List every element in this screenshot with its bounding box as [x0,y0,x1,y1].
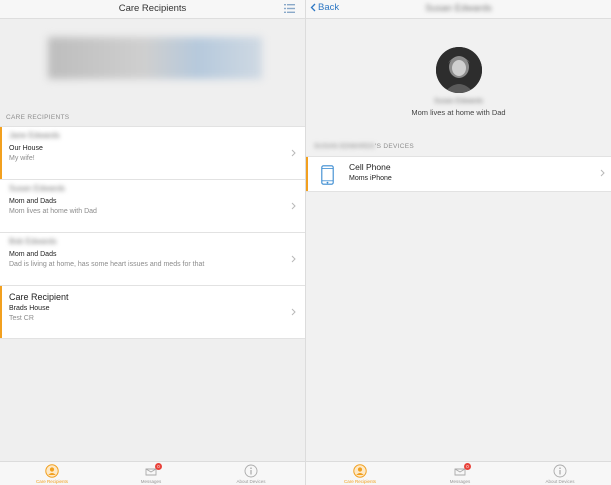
left-tab-bar: Care Recipients 0 Messages About Devices [0,461,305,485]
list-icon[interactable] [284,4,295,13]
messages-badge: 0 [464,463,471,470]
care-recipient-place: Brads House [9,305,50,312]
phone-icon [321,165,334,185]
care-recipient-card[interactable]: Susan Edwards Mom and Dads Mom lives at … [0,180,305,233]
care-recipient-description: My wife! [9,155,35,162]
tab-about-devices[interactable]: About Devices [221,464,281,484]
chevron-right-icon [291,255,296,263]
profile-description: Mom lives at home with Dad [411,108,506,117]
tab-about-devices[interactable]: About Devices [530,464,590,484]
chevron-right-icon [291,308,296,316]
device-subtitle: Moms iPhone [349,175,392,182]
tab-care-recipients[interactable]: Care Recipients [330,464,390,484]
care-recipient-name: Susan Edwards [9,184,66,193]
tab-label: About Devices [236,479,266,484]
care-recipient-place: Mom and Dads [9,251,57,258]
tab-label: Messages [449,479,471,484]
tab-messages[interactable]: 0 Messages [430,463,490,484]
devices-header-owner: SUSAN EDWARDS [314,143,376,150]
avatar [435,47,482,93]
left-navbar: Care Recipients [0,0,305,19]
care-recipients-icon [45,464,59,478]
tab-label: Messages [140,479,162,484]
care-recipient-detail-pane: Back Susan Edwards Susan Edwards Mom liv… [305,0,611,485]
tab-label: About Devices [545,479,575,484]
chevron-right-icon [291,202,296,210]
avatar-photo-icon [435,47,482,93]
device-row[interactable]: Cell Phone Moms iPhone [306,156,611,192]
care-recipient-card[interactable]: Care Recipient Brads House Test CR [0,286,305,339]
care-recipient-place: Our House [9,145,43,152]
right-tab-bar: Care Recipients 0 Messages About Devices [306,461,611,485]
care-recipient-description: Test CR [9,315,34,322]
care-recipient-name: Jane Edwards [9,131,60,140]
right-nav-title: Susan Edwards [425,3,492,14]
devices-header-suffix: 'S DEVICES [375,143,415,150]
devices-header: SUSAN EDWARDS'S DEVICES [314,143,414,150]
tab-label: Care Recipients [343,479,376,484]
messages-badge: 0 [155,463,162,470]
chevron-right-icon [600,169,605,177]
care-recipient-list: Jane Edwards Our House My wife! Susan Ed… [0,126,305,339]
chevron-right-icon [291,149,296,157]
right-navbar: Back Susan Edwards [306,0,611,19]
care-recipients-header: CARE RECIPIENTS [6,114,70,121]
care-recipient-description: Dad is living at home, has some heart is… [9,261,205,268]
care-recipients-pane: Care Recipients CARE RECIPIENTS Jane Edw… [0,0,305,485]
promo-banner [48,37,262,79]
info-icon [244,464,258,478]
tab-messages[interactable]: 0 Messages [121,463,181,484]
care-recipient-place: Mom and Dads [9,198,57,205]
care-recipient-name: Bob Edwards [9,237,57,246]
care-recipient-description: Mom lives at home with Dad [9,208,97,215]
profile-name: Susan Edwards [433,98,484,105]
device-name: Cell Phone [349,162,391,172]
left-nav-title: Care Recipients [118,3,187,14]
tab-label: Care Recipients [35,479,68,484]
care-recipient-name: Care Recipient [9,292,69,302]
profile-section: Susan Edwards Mom lives at home with Dad [306,47,611,117]
info-icon [553,464,567,478]
care-recipient-card[interactable]: Bob Edwards Mom and Dads Dad is living a… [0,233,305,286]
tab-care-recipients[interactable]: Care Recipients [22,464,82,484]
care-recipient-card[interactable]: Jane Edwards Our House My wife! [0,127,305,180]
care-recipients-icon [353,464,367,478]
